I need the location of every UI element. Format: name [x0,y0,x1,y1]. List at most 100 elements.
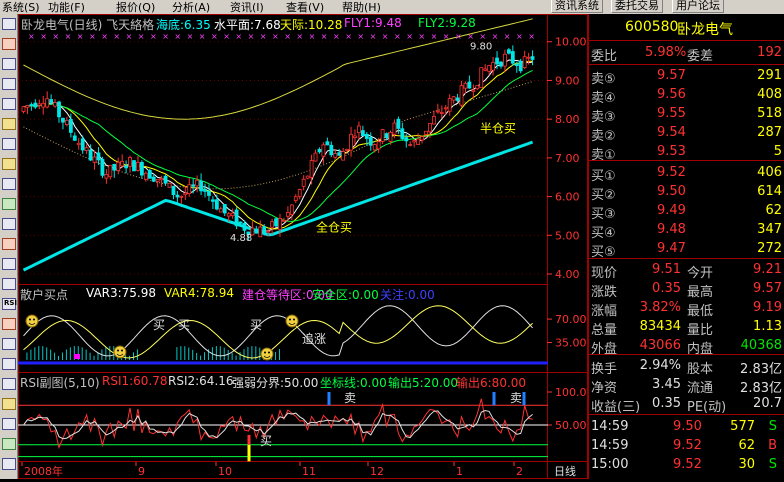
top-marker: × [321,32,328,41]
stat-value: 0.35 [652,281,681,296]
top-marker: × [309,32,316,41]
fund-value: 2.83亿 [740,381,782,396]
weibi-row: 委比 5.98% 委差 192 [589,44,784,64]
tick-side: S [768,419,777,434]
tool-open-icon[interactable] [2,158,16,170]
buy-level-label: 买② [591,188,616,203]
tool-people-icon[interactable] [2,198,16,210]
sell-volume: 291 [757,68,782,83]
stat-label: 现价 [591,266,618,281]
stock-code: 600580 [625,19,679,35]
quancang-label: 全仓买 [316,219,352,234]
fund-row: 收益(三) 0.35 PE(动) 20.7 [589,395,784,415]
tool-filter-icon[interactable] [2,418,16,430]
x-tick-label: 12 [370,465,384,478]
stat-value: 83434 [639,319,681,334]
var4-label: VAR4:78.94 [164,286,235,300]
y-tick-label: 6.00 [555,191,580,204]
out6-label: 输出6:80.00 [456,376,527,390]
period-label[interactable]: 日线 [554,464,576,478]
tool-lock-icon[interactable] [2,398,16,410]
tick-row: 15:00 9.52 30 S [589,456,784,474]
fly1-label: FLY1:9.48 [344,16,402,30]
tick-side: S [768,457,777,472]
menu-analysis[interactable]: 分析(A) [172,0,210,15]
top-marker: × [284,32,291,41]
kline-chart[interactable]: 全仓买半仓买4.889.80× × × × × × × × × × × × × × × × × × × × × × × × × ×… [18,14,588,479]
top-marker: × [199,32,206,41]
top-marker: × [528,32,535,41]
top-marker: × [516,32,523,41]
fly2-label: FLY2:9.28 [418,16,476,30]
quote-panel: 600580 卧龙电气 委比 5.98% 委差 192 卖⑤ 9.57 291 卖④ 9… [588,14,784,479]
tool-rsi-icon[interactable]: RSI [2,298,17,310]
tool-kline-icon[interactable] [2,38,16,50]
tool-kdj-icon[interactable] [2,338,16,350]
guanzhu-label: 关注:0.00 [380,288,435,302]
rsi2-label: RSI2:64.16 [168,374,234,388]
top-marker: × [211,32,218,41]
buy-price: 9.48 [657,222,686,237]
sanhu-signal-mark [74,354,80,359]
tick-row: 14:59 9.50 577 S [589,418,784,436]
top-marker: × [150,32,157,41]
sell-row: 卖② 9.54 287 [589,124,784,144]
tool-list-icon[interactable] [2,138,16,150]
top-marker: × [431,32,438,41]
sell-price: 9.56 [657,87,686,102]
fund-value: 2.83亿 [740,362,782,377]
buy-row: 买② 9.50 614 [589,183,784,203]
sanhu-buy-label: 买 [153,318,165,332]
menu-view[interactable]: 查看(V) [286,0,324,15]
weibi-label: 委比 [591,49,618,64]
sell-level-label: 卖⑤ [591,72,616,87]
menu-info[interactable]: 资讯(I) [230,0,264,15]
var4-line [23,305,533,359]
buy-row: 买① 9.52 406 [589,164,784,184]
fund-label: 换手 [591,362,618,377]
tool-macd-icon[interactable] [2,358,16,370]
tool-doc-icon[interactable] [2,278,16,290]
menu-system[interactable]: 系统(S) [2,0,40,15]
rsi-sell-label: 卖 [344,391,356,405]
stat-value: 40368 [740,338,782,353]
tool-draw-icon[interactable] [2,218,16,230]
tool-exit-icon[interactable] [2,458,16,470]
top-marker: × [113,32,120,41]
tool-table-icon[interactable] [2,98,16,110]
fund-label: 净资 [591,381,618,396]
y-tick-label: 4.00 [555,268,580,281]
buy-volume: 614 [757,184,782,199]
out5-label: 输出5:20.00 [388,376,459,390]
sell-volume: 518 [757,106,782,121]
buy-price: 9.47 [657,241,686,256]
sell-level-label: 卖③ [591,110,616,125]
tool-calc-icon[interactable] [2,318,16,330]
tick-side: B [768,438,777,453]
tool-folder-icon[interactable] [2,118,16,130]
tool-bar-icon[interactable] [2,78,16,90]
tool-help-icon[interactable] [2,438,16,450]
top-marker: × [174,32,181,41]
tool-chart-icon[interactable] [2,58,16,70]
top-marker: × [260,32,267,41]
top-marker: × [479,32,486,41]
tool-window-icon[interactable] [2,258,16,270]
info-system-button[interactable]: 资讯系统 [551,0,603,13]
tool-grid-icon[interactable] [2,178,16,190]
trade-button[interactable]: 委托交易 [611,0,663,13]
tool-quote-icon[interactable] [2,18,16,30]
menu-function[interactable]: 功能(F) [48,0,85,15]
fund-label: 股本 [687,362,714,377]
buy-volume: 406 [757,165,782,180]
buy-row: 买④ 9.48 347 [589,221,784,241]
fund-value: 0.35 [652,396,681,411]
tool-pie-icon[interactable] [2,238,16,250]
tick-price: 9.52 [673,457,702,472]
sanhu-buy-label: 买 [178,318,190,332]
menu-quote[interactable]: 报价(Q) [116,0,155,15]
tool-vol-icon[interactable] [2,378,16,390]
tick-volume: 577 [730,419,755,434]
forum-button[interactable]: 用户论坛 [672,0,724,13]
menu-help[interactable]: 帮助(H) [342,0,381,15]
